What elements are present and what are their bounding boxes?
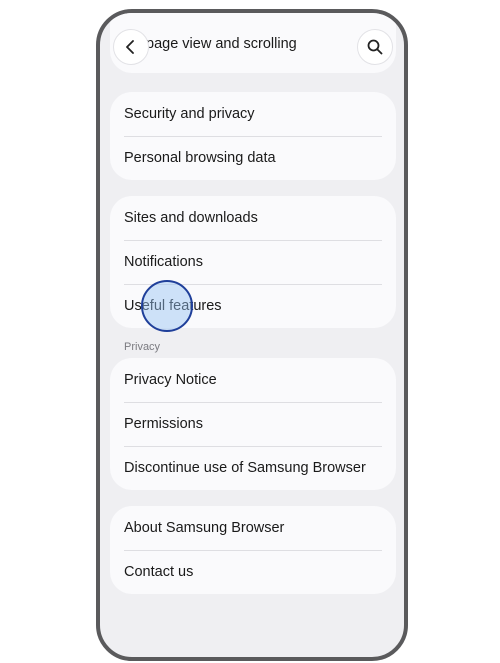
list-item-label: Personal browsing data (124, 150, 276, 166)
list-item-label: Contact us (124, 564, 194, 580)
list-item-contact-us[interactable]: Contact us (110, 550, 396, 594)
list-item-permissions[interactable]: Permissions (110, 402, 396, 446)
about-card: About Samsung Browser Contact us (110, 506, 396, 594)
top-partial-card: page view and scrolling (110, 13, 396, 73)
chevron-left-icon (126, 40, 134, 54)
list-item-personal-browsing-data[interactable]: Personal browsing data (110, 136, 396, 180)
list-item-label: Privacy Notice (124, 372, 217, 388)
list-item-label: Security and privacy (124, 106, 255, 122)
list-item-security-and-privacy[interactable]: Security and privacy (110, 92, 396, 136)
list-item-label: Notifications (124, 254, 203, 270)
list-item-notifications[interactable]: Notifications (110, 240, 396, 284)
back-button[interactable] (113, 29, 149, 65)
list-item-about-samsung-browser[interactable]: About Samsung Browser (110, 506, 396, 550)
list-item-webpage-view[interactable]: page view and scrolling (110, 22, 396, 66)
touch-indicator (141, 280, 193, 332)
phone-frame: page view and scrolling Security and pri… (96, 9, 408, 661)
privacy-card: Privacy Notice Permissions Discontinue u… (110, 358, 396, 490)
section-label-privacy: Privacy (124, 341, 161, 353)
search-button[interactable] (357, 29, 393, 65)
list-item-discontinue-use[interactable]: Discontinue use of Samsung Browser (110, 446, 396, 490)
list-item-label: Permissions (124, 416, 203, 432)
list-item-sites-and-downloads[interactable]: Sites and downloads (110, 196, 396, 240)
security-card: Security and privacy Personal browsing d… (110, 92, 396, 180)
search-icon (367, 39, 383, 55)
list-item-privacy-notice[interactable]: Privacy Notice (110, 358, 396, 402)
list-item-label: About Samsung Browser (124, 520, 285, 536)
list-item-label: page view and scrolling (146, 36, 297, 52)
list-item-label: Sites and downloads (124, 210, 258, 226)
list-item-label: Discontinue use of Samsung Browser (124, 460, 366, 476)
